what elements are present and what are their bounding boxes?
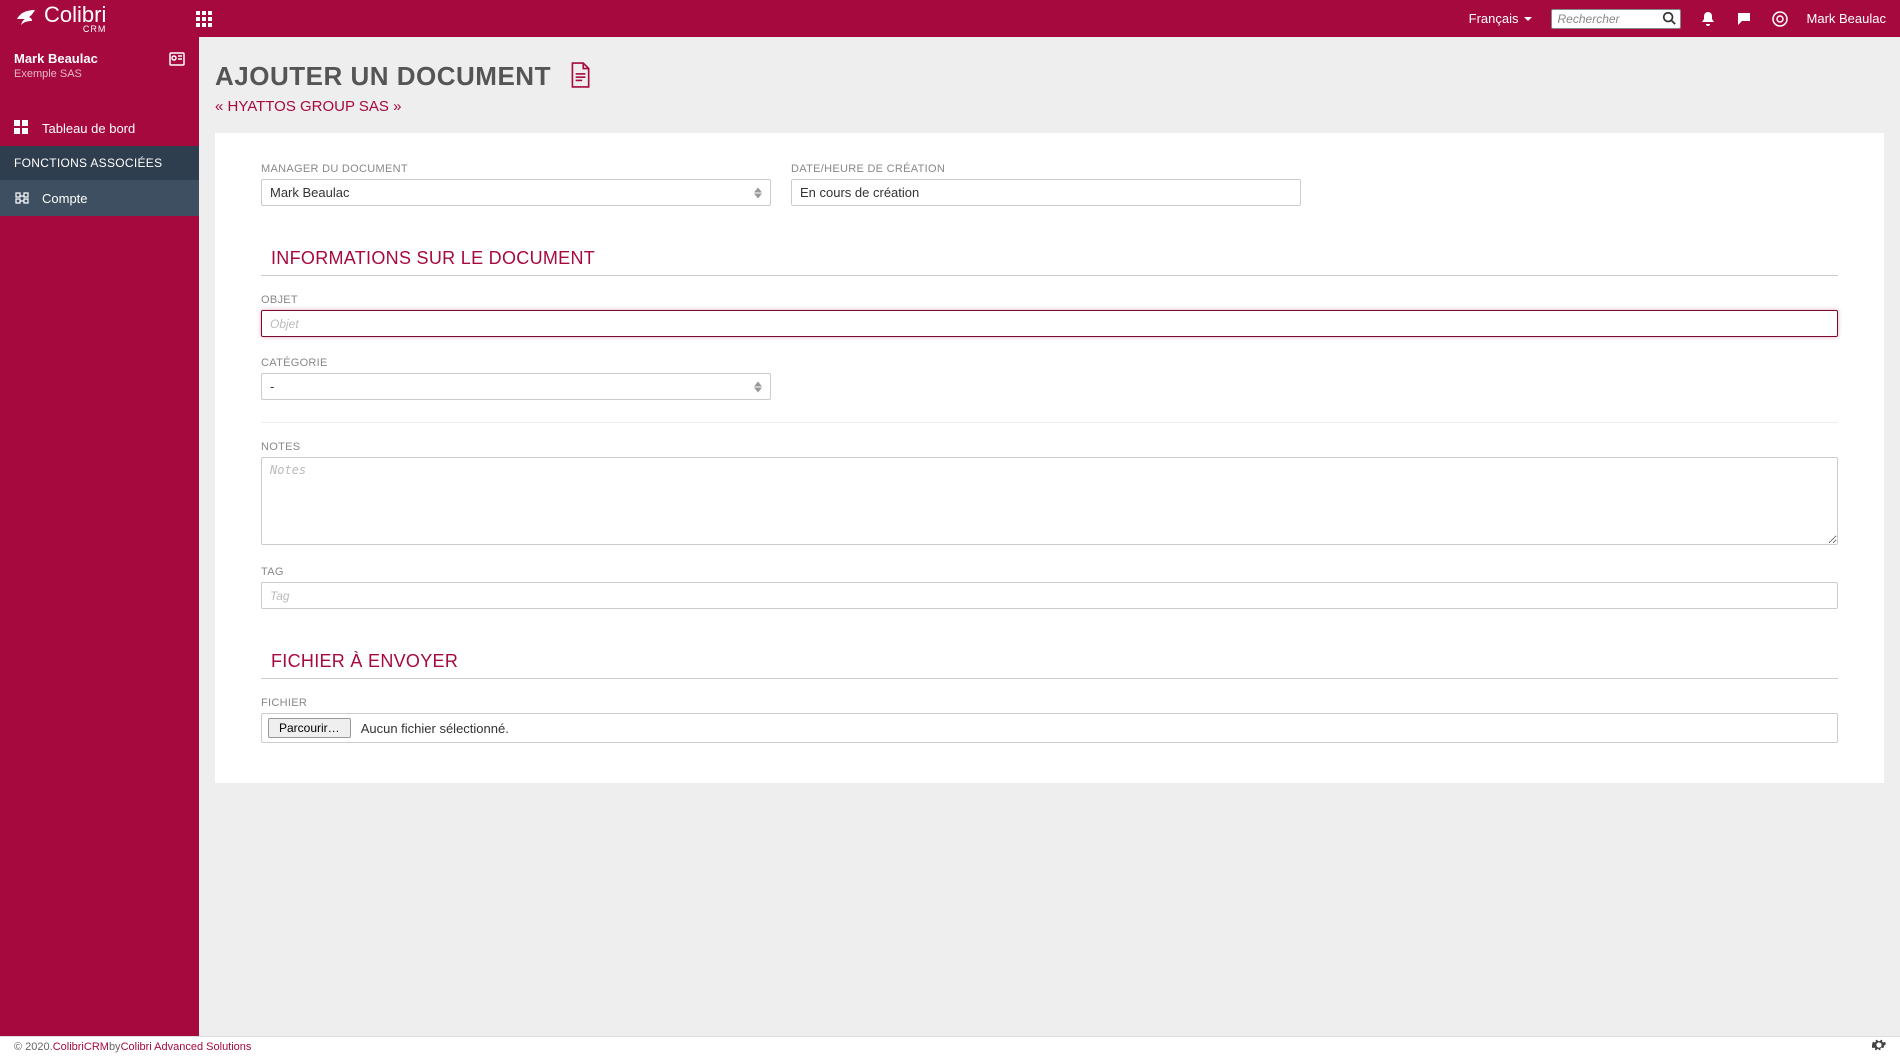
tag-input[interactable]: [261, 582, 1838, 609]
footer-link-product[interactable]: ColibriCRM: [53, 1041, 109, 1053]
search-box: [1551, 9, 1681, 29]
page-title-row: AJOUTER UN DOCUMENT: [215, 61, 1884, 92]
language-selector[interactable]: Français: [1469, 11, 1533, 26]
language-label: Français: [1469, 11, 1519, 26]
topbar-right: Français Mark Beaulac: [1469, 9, 1886, 29]
file-status: Aucun fichier sélectionné.: [361, 721, 509, 736]
topbar: Colibri CRM Français Mark Beaulac: [0, 0, 1900, 37]
section-info-heading: INFORMATIONS SUR LE DOCUMENT: [261, 248, 1838, 276]
contact-card-icon[interactable]: [169, 51, 185, 67]
page-title: AJOUTER UN DOCUMENT: [215, 61, 551, 92]
created-field: [791, 179, 1301, 206]
dashboard-icon: [14, 120, 30, 136]
categorie-select[interactable]: -: [261, 373, 771, 400]
footer-settings-button[interactable]: [1872, 1038, 1886, 1055]
apps-grid-icon: [196, 11, 212, 27]
sidebar-item-account[interactable]: Compte: [0, 180, 199, 216]
section-file-heading: FICHIER À ENVOYER: [261, 651, 1838, 679]
breadcrumb[interactable]: « HYATTOS GROUP SAS »: [215, 98, 1884, 115]
gear-icon: [1872, 1038, 1886, 1052]
divider: [261, 422, 1838, 423]
search-icon[interactable]: [1662, 11, 1678, 27]
sidebar-user-block[interactable]: Mark Beaulac Exemple SAS: [0, 37, 199, 90]
manager-value: Mark Beaulac: [270, 185, 349, 200]
browse-button[interactable]: Parcourir…: [268, 718, 351, 738]
page-header: AJOUTER UN DOCUMENT « HYATTOS GROUP SAS …: [199, 37, 1900, 133]
objet-input[interactable]: [261, 310, 1838, 337]
categorie-label: CATÉGORIE: [261, 357, 1838, 369]
form-panel: MANAGER DU DOCUMENT Mark Beaulac DATE/HE…: [215, 133, 1884, 783]
manager-label: MANAGER DU DOCUMENT: [261, 163, 771, 175]
sidebar-user-sub: Exemple SAS: [14, 68, 185, 80]
notes-label: NOTES: [261, 441, 1838, 453]
bird-icon: [14, 7, 38, 31]
help-button[interactable]: [1771, 10, 1789, 28]
file-label: FICHIER: [261, 697, 1838, 709]
footer-link-company[interactable]: Colibri Advanced Solutions: [121, 1041, 252, 1053]
select-caret-icon: [754, 381, 762, 392]
tag-label: TAG: [261, 566, 1838, 578]
sidebar-item-label: Compte: [42, 191, 88, 206]
bell-icon: [1700, 11, 1716, 27]
sidebar-item-dashboard[interactable]: Tableau de bord: [0, 110, 199, 146]
chevron-down-icon: [1523, 14, 1533, 24]
sidebar-associated-section: FONCTIONS ASSOCIÉES Compte: [0, 146, 199, 216]
select-caret-icon: [754, 187, 762, 198]
sidebar: Mark Beaulac Exemple SAS Tableau de bord…: [0, 37, 199, 1036]
file-input-row: Parcourir… Aucun fichier sélectionné.: [261, 713, 1838, 743]
notifications-button[interactable]: [1699, 10, 1717, 28]
categorie-value: -: [270, 379, 274, 394]
sidebar-item-label: Tableau de bord: [42, 121, 135, 136]
sidebar-user-name: Mark Beaulac: [14, 51, 185, 66]
content-area: AJOUTER UN DOCUMENT « HYATTOS GROUP SAS …: [199, 37, 1900, 1036]
notes-input[interactable]: [261, 457, 1838, 545]
objet-label: OBJET: [261, 294, 1838, 306]
created-label: DATE/HEURE DE CRÉATION: [791, 163, 1301, 175]
document-icon: [569, 62, 591, 91]
sidebar-section-title: FONCTIONS ASSOCIÉES: [0, 146, 199, 180]
footer-copyright: © 2020.: [14, 1041, 53, 1053]
brand-logo[interactable]: Colibri CRM: [14, 4, 184, 34]
lifebuoy-icon: [1772, 11, 1788, 27]
sidebar-nav: Tableau de bord FONCTIONS ASSOCIÉES Comp…: [0, 110, 199, 216]
footer: © 2020. ColibriCRM by Colibri Advanced S…: [0, 1036, 1900, 1056]
chat-icon: [1736, 11, 1752, 27]
messages-button[interactable]: [1735, 10, 1753, 28]
footer-by: by: [109, 1041, 121, 1053]
manager-select[interactable]: Mark Beaulac: [261, 179, 771, 206]
apps-menu-button[interactable]: [192, 7, 216, 31]
account-icon: [14, 190, 30, 206]
topbar-username[interactable]: Mark Beaulac: [1807, 11, 1886, 26]
brand-name: Colibri: [44, 4, 106, 26]
